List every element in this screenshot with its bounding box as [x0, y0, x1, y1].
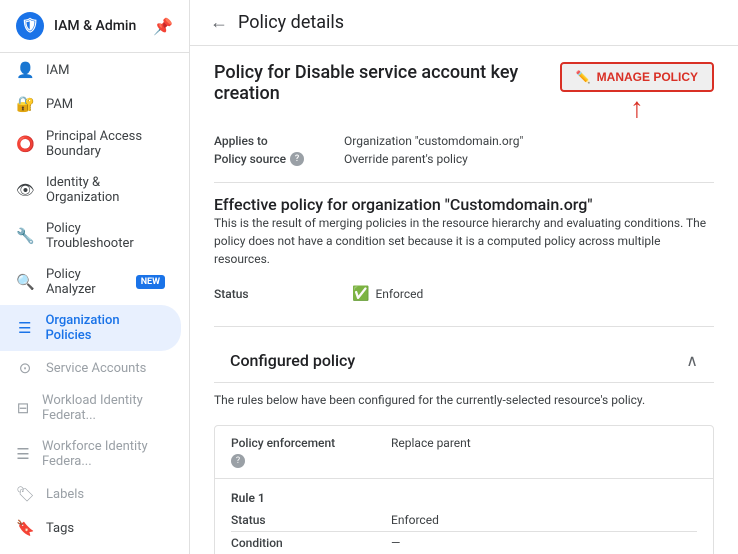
- arrow-up-icon: ↑: [630, 94, 644, 122]
- sidebar-item-policy-troubleshooter[interactable]: 🔧 Policy Troubleshooter: [0, 213, 181, 259]
- configured-policy-table: Policy enforcement ? Replace parent Rule…: [214, 425, 714, 554]
- status-value: ✅ Enforced: [352, 286, 423, 302]
- meta-table: Applies to Organization "customdomain.or…: [214, 134, 714, 166]
- sidebar-item-identity-org[interactable]: 👁 Identity & Organization: [0, 167, 181, 213]
- policy-title-row: Policy for Disable service account key c…: [214, 62, 714, 122]
- manage-policy-button[interactable]: ✏️ MANAGE POLICY: [560, 62, 714, 92]
- divider-2: [214, 326, 714, 327]
- policy-enforcement-value: Replace parent: [391, 436, 471, 450]
- sidebar-item-workforce-identity: ☰ Workforce Identity Federa...: [0, 431, 181, 477]
- identity-org-icon: 👁: [16, 181, 34, 199]
- new-badge: NEW: [136, 275, 165, 289]
- sidebar-item-label: Workforce Identity Federa...: [42, 439, 165, 469]
- main-header: ← Policy details: [190, 0, 738, 46]
- org-policies-icon: ☰: [16, 319, 33, 337]
- effective-section-desc: This is the result of merging policies i…: [214, 214, 714, 268]
- applies-to-row: Applies to Organization "customdomain.or…: [214, 134, 714, 148]
- sidebar-item-pam[interactable]: 🔐 PAM: [0, 87, 181, 121]
- sidebar-item-tags[interactable]: 🔖 Tags: [0, 511, 181, 545]
- sidebar-item-label: Labels: [46, 487, 84, 502]
- policy-name: Policy for Disable service account key c…: [214, 62, 560, 104]
- sidebar-title: IAM & Admin: [54, 18, 143, 34]
- manage-policy-label: MANAGE POLICY: [597, 70, 698, 84]
- content-area: Policy for Disable service account key c…: [190, 46, 738, 554]
- chevron-up-icon[interactable]: ∧: [686, 351, 698, 370]
- iam-admin-icon: 🛡: [16, 12, 44, 40]
- labels-icon: 🏷: [16, 485, 34, 503]
- policy-source-value: Override parent's policy: [344, 152, 468, 166]
- principal-access-icon: ⭕: [16, 135, 34, 153]
- sidebar-item-settings[interactable]: ⚙ Settings: [0, 545, 181, 554]
- rule-status-value: Enforced: [391, 509, 697, 532]
- applies-to-value: Organization "customdomain.org": [344, 134, 523, 148]
- rule-label: Rule 1: [231, 483, 697, 509]
- rule-section: Rule 1 Status Enforced Condition —: [215, 479, 713, 554]
- policy-analyzer-icon: 🔍: [16, 273, 34, 291]
- configured-desc: The rules below have been configured for…: [214, 383, 714, 415]
- sidebar: 🛡 IAM & Admin 📌 👤 IAM 🔐 PAM ⭕ Principal …: [0, 0, 190, 554]
- sidebar-item-labels: 🏷 Labels: [0, 477, 181, 511]
- sidebar-header: 🛡 IAM & Admin 📌: [0, 0, 189, 53]
- status-label: Status: [214, 287, 344, 301]
- applies-to-label: Applies to: [214, 134, 344, 148]
- sidebar-item-service-accounts: ⊙ Service Accounts: [0, 351, 181, 385]
- workforce-identity-icon: ☰: [16, 445, 30, 463]
- sidebar-item-label: Service Accounts: [46, 361, 146, 376]
- sidebar-item-label: Tags: [46, 521, 74, 536]
- divider-1: [214, 182, 714, 183]
- policy-source-label: Policy source ?: [214, 152, 344, 166]
- effective-policy-section: Effective policy for organization "Custo…: [214, 195, 714, 310]
- pam-icon: 🔐: [16, 95, 34, 113]
- sidebar-item-label: Policy Analyzer: [46, 267, 120, 297]
- check-icon: ✅: [352, 286, 369, 302]
- rule-condition-label: Condition: [231, 532, 391, 554]
- rule-table: Status Enforced Condition —: [231, 509, 697, 554]
- configured-section-header: Configured policy ∧: [214, 339, 714, 383]
- policy-troubleshooter-icon: 🔧: [16, 227, 34, 245]
- sidebar-item-label: IAM: [46, 63, 69, 78]
- configured-policy-section: Configured policy ∧ The rules below have…: [214, 339, 714, 554]
- sidebar-item-principal-access[interactable]: ⭕ Principal Access Boundary: [0, 121, 181, 167]
- sidebar-item-label: Workload Identity Federat...: [42, 393, 165, 423]
- rule-status-row: Status Enforced: [231, 509, 697, 532]
- edit-icon: ✏️: [576, 70, 591, 84]
- rule-condition-value: —: [391, 532, 697, 554]
- sidebar-item-workload-identity: ⊟ Workload Identity Federat...: [0, 385, 181, 431]
- sidebar-item-org-policies[interactable]: ☰ Organization Policies: [0, 305, 181, 351]
- configured-title: Configured policy: [230, 351, 355, 370]
- policy-source-help-icon[interactable]: ?: [290, 152, 304, 166]
- rule-status-label: Status: [231, 509, 391, 532]
- main-content: ← Policy details Policy for Disable serv…: [190, 0, 738, 554]
- policy-enforcement-label: Policy enforcement: [231, 436, 391, 450]
- page-title: Policy details: [238, 12, 344, 33]
- enforcement-help-icon[interactable]: ?: [231, 454, 245, 468]
- workload-identity-icon: ⊟: [16, 399, 30, 417]
- sidebar-item-iam[interactable]: 👤 IAM: [0, 53, 181, 87]
- sidebar-item-label: Identity & Organization: [46, 175, 165, 205]
- back-button[interactable]: ←: [210, 12, 228, 33]
- policy-source-row: Policy source ? Override parent's policy: [214, 152, 714, 166]
- service-accounts-icon: ⊙: [16, 359, 34, 377]
- status-text: Enforced: [375, 287, 423, 301]
- status-row: Status ✅ Enforced: [214, 278, 714, 310]
- sidebar-item-label: Organization Policies: [45, 313, 165, 343]
- rule-condition-row: Condition —: [231, 532, 697, 554]
- pin-icon[interactable]: 📌: [153, 17, 173, 36]
- sidebar-item-policy-analyzer[interactable]: 🔍 Policy Analyzer NEW: [0, 259, 181, 305]
- sidebar-item-label: PAM: [46, 97, 73, 112]
- policy-enforcement-row: Policy enforcement ? Replace parent: [215, 426, 713, 479]
- sidebar-item-label: Principal Access Boundary: [46, 129, 165, 159]
- tags-icon: 🔖: [16, 519, 34, 537]
- effective-section-title: Effective policy for organization "Custo…: [214, 195, 714, 214]
- iam-icon: 👤: [16, 61, 34, 79]
- sidebar-item-label: Policy Troubleshooter: [46, 221, 165, 251]
